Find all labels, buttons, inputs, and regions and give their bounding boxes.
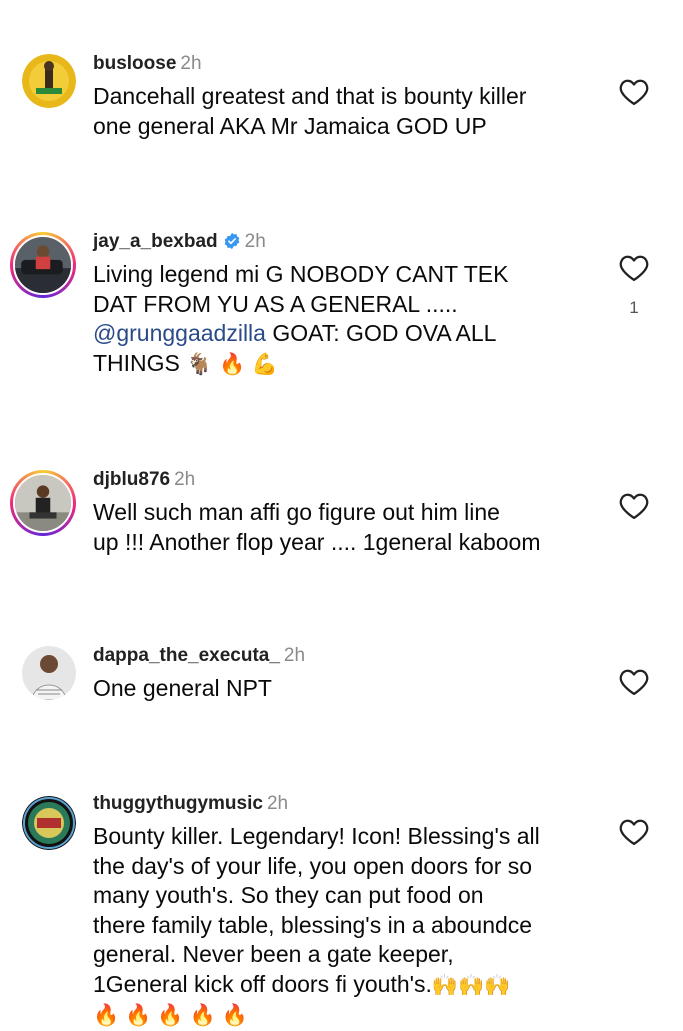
comment-line: One general NPT — [93, 675, 272, 701]
comment-text: Living legend mi G NOBODY CANT TEK DAT F… — [93, 260, 593, 379]
comment-line: Well such man affi go figure out him lin… — [93, 499, 500, 525]
mention-link[interactable]: @grunggaadzilla — [93, 320, 266, 346]
heart-icon[interactable] — [619, 78, 649, 106]
verified-badge-icon — [224, 232, 239, 250]
heart-icon[interactable] — [619, 668, 649, 696]
like-count[interactable]: 1 — [626, 298, 642, 318]
username[interactable]: djblu876 — [93, 469, 170, 490]
timestamp: 2h — [174, 469, 196, 490]
heart-icon[interactable] — [619, 818, 649, 846]
comment-line: @grunggaadzilla GOAT: GOD OVA ALL — [93, 319, 593, 349]
comment-line: the day's of your life, you open doors f… — [93, 852, 533, 879]
comment-line: Dancehall greatest and that is bounty ki… — [93, 83, 527, 109]
comment-line: many youth's. So they can put food on — [93, 882, 484, 908]
comment-line: DAT FROM YU AS A GENERAL ..... — [93, 290, 458, 317]
emoji-group: 🔥🔥🔥🔥🔥 — [93, 1003, 254, 1027]
comment-text: Dancehall greatest and that is bounty ki… — [93, 82, 593, 141]
comment-meta: dappa_the_executa_ 2h — [93, 644, 305, 668]
avatar[interactable] — [10, 232, 76, 298]
timestamp: 2h — [180, 53, 202, 74]
comment-line: THINGS 🐐 🔥 💪 — [93, 349, 593, 380]
comment-text: Well such man affi go figure out him lin… — [93, 498, 593, 557]
comment-meta: busloose 2h — [93, 52, 202, 76]
emoji-group: 🙌🙌🙌 — [431, 972, 511, 997]
timestamp: 2h — [266, 793, 289, 814]
username[interactable]: busloose — [93, 53, 176, 74]
comment-line: up !!! Another flop year .... 1general k… — [93, 528, 541, 555]
comment-line: Living legend mi G NOBODY CANT TEK — [93, 261, 509, 287]
timestamp: 2h — [244, 231, 266, 252]
username[interactable]: jay_a_bexbad — [93, 231, 218, 252]
comment-line: 1General kick off doors fi youth's.🙌🙌🙌 — [93, 970, 593, 1001]
heart-icon[interactable] — [619, 492, 649, 520]
comment-meta: jay_a_bexbad 2h — [93, 230, 266, 254]
comment-meta: djblu876 2h — [93, 468, 195, 492]
comment-line: 🔥🔥🔥🔥🔥 — [93, 1000, 593, 1031]
avatar[interactable] — [22, 646, 76, 700]
comment-text-fragment: GOAT: GOD OVA ALL — [265, 320, 497, 346]
comment-text-fragment: 1General kick off doors fi youth's. — [93, 970, 432, 997]
username[interactable]: dappa_the_executa_ — [93, 645, 280, 666]
comment-text: One general NPT — [93, 674, 593, 704]
avatar[interactable] — [22, 796, 76, 850]
comment-meta: thuggythugymusic 2h — [93, 792, 288, 816]
comment-text-fragment: THINGS — [93, 349, 180, 376]
heart-icon[interactable] — [619, 254, 649, 282]
username[interactable]: thuggythugymusic — [93, 793, 263, 814]
comment-line: general. Never been a gate keeper, — [93, 941, 454, 967]
avatar[interactable] — [22, 54, 76, 108]
emoji-group: 🐐 🔥 💪 — [186, 351, 279, 376]
comment-line: there family table, blessing's in a abou… — [93, 911, 533, 938]
comment-text: Bounty killer. Legendary! Icon! Blessing… — [93, 822, 593, 1031]
comment-line: Bounty killer. Legendary! Icon! Blessing… — [93, 823, 540, 849]
avatar[interactable] — [10, 470, 76, 536]
timestamp: 2h — [283, 645, 306, 666]
comment-line: one general AKA Mr Jamaica GOD UP — [93, 112, 487, 139]
